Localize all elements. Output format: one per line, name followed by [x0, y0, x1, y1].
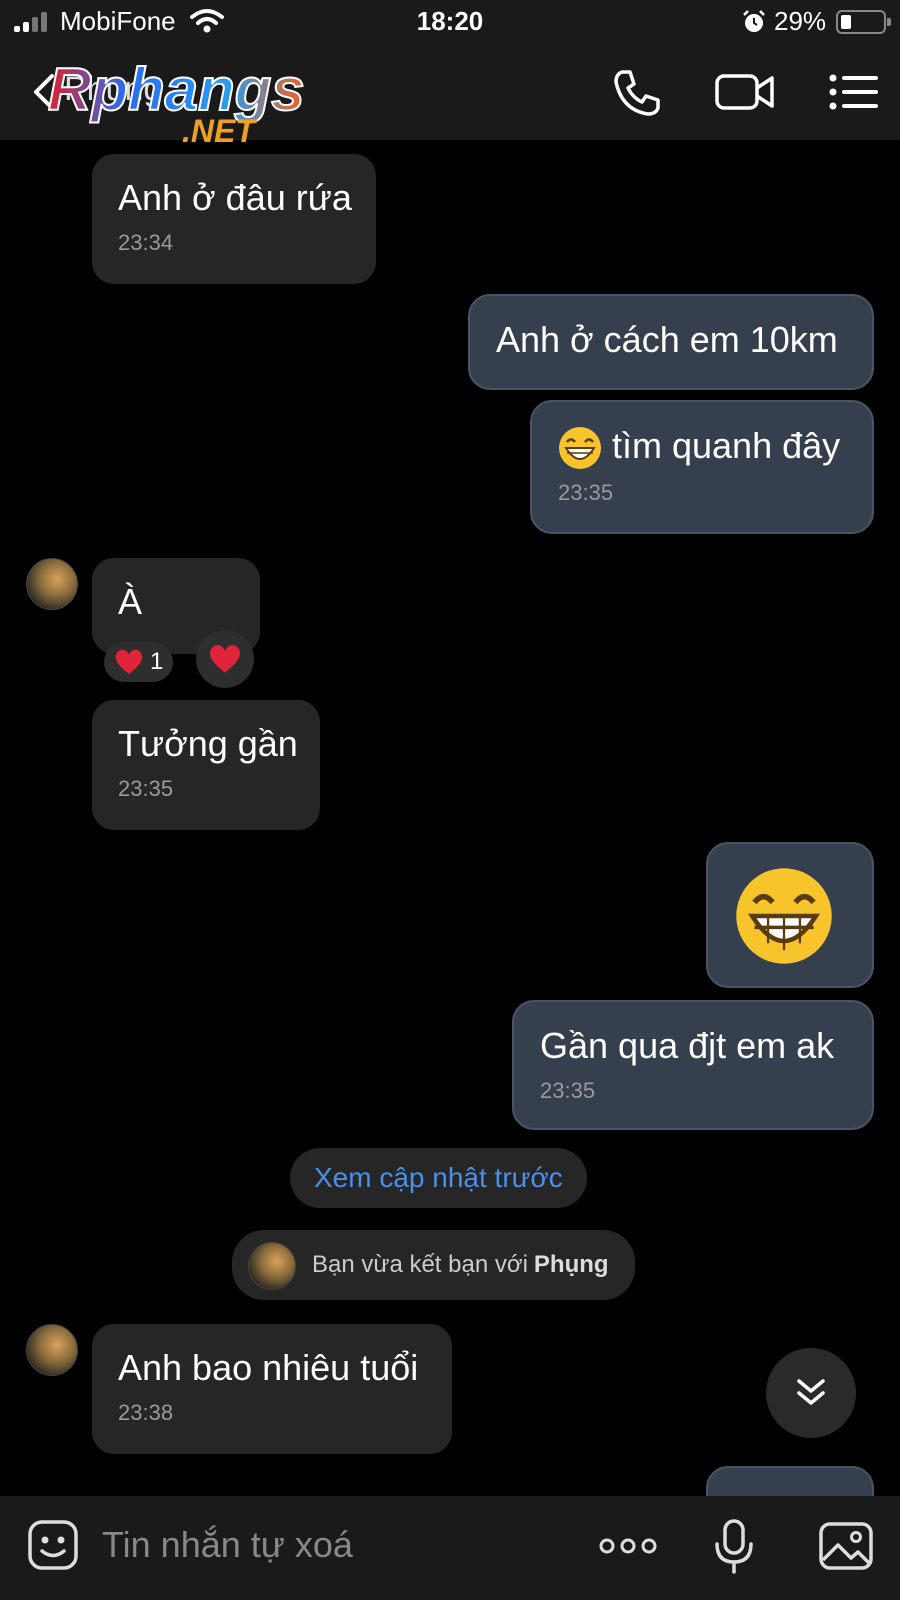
- message-bubble-incoming[interactable]: Tưởng gần 23:35: [92, 700, 320, 830]
- avatar[interactable]: [26, 558, 78, 610]
- message-bubble-outgoing[interactable]: Anh ở cách em 10km: [468, 294, 874, 390]
- message-text: Anh ở cách em 10km: [496, 319, 838, 360]
- grinning-face-sticker-icon: [736, 868, 832, 964]
- react-button[interactable]: [196, 630, 254, 688]
- message-text: Anh ở đâu rứa: [118, 177, 352, 218]
- sticker-bubble-outgoing[interactable]: [706, 842, 874, 988]
- status-bar: MobiFone 18:20 29%: [0, 0, 900, 44]
- video-camera-icon[interactable]: [714, 64, 776, 120]
- message-input[interactable]: [102, 1520, 562, 1570]
- red-heart-icon: [210, 645, 240, 673]
- red-heart-icon: [115, 649, 143, 674]
- avatar[interactable]: [26, 1324, 78, 1376]
- message-bubble-incoming[interactable]: Anh bao nhiêu tuổi 23:38: [92, 1324, 452, 1454]
- battery-percent: 29%: [774, 6, 827, 36]
- chat-header: Phụng Rphangs .NET: [0, 44, 900, 144]
- message-text: Anh bao nhiêu tuổi: [118, 1347, 419, 1388]
- message-text: tìm quanh đây: [612, 425, 841, 466]
- avatar: [248, 1242, 296, 1290]
- message-text: À: [118, 581, 143, 622]
- message-input-bar: [0, 1496, 900, 1600]
- friend-added-notice: Bạn vừa kết bạn với Phụng: [232, 1230, 635, 1300]
- message-bubble-outgoing[interactable]: tìm quanh đây 23:35: [530, 400, 874, 534]
- more-dots-icon[interactable]: [598, 1518, 658, 1574]
- battery-icon: [836, 10, 891, 34]
- message-text: Gần qua đjt em ak: [540, 1025, 835, 1066]
- phone-icon[interactable]: [608, 64, 664, 120]
- reaction-count: 1: [150, 648, 164, 675]
- reaction-summary[interactable]: 1: [104, 642, 174, 682]
- message-bubble-incoming[interactable]: Anh ở đâu rứa 23:34: [92, 154, 376, 284]
- message-time: 23:35: [558, 480, 614, 506]
- message-text: Tưởng gần: [118, 723, 298, 764]
- image-icon[interactable]: [818, 1518, 874, 1574]
- view-previous-updates-button[interactable]: Xem cập nhật trước: [290, 1148, 587, 1208]
- message-bubble-outgoing[interactable]: Gần qua đjt em ak 23:35: [512, 1000, 874, 1130]
- svg-text:.NET: .NET: [182, 113, 257, 144]
- alarm-icon: [743, 10, 765, 32]
- svg-text:Rphangs: Rphangs: [48, 56, 305, 123]
- scroll-to-bottom-button[interactable]: [766, 1348, 856, 1438]
- watermark-logo: Rphangs .NET: [47, 55, 306, 144]
- friend-notice-text: Bạn vừa kết bạn với: [312, 1251, 528, 1278]
- message-time: 23:35: [118, 776, 174, 801]
- friend-name: Phụng: [533, 1251, 609, 1278]
- list-menu-icon[interactable]: [826, 64, 882, 120]
- message-time: 23:38: [118, 1400, 174, 1425]
- double-chevron-down-icon: [797, 1379, 825, 1405]
- message-time: 23:34: [118, 230, 174, 255]
- message-time: 23:35: [540, 1078, 596, 1103]
- grinning-face-icon: [559, 427, 601, 470]
- microphone-icon[interactable]: [706, 1518, 762, 1574]
- sticker-icon[interactable]: [26, 1518, 82, 1574]
